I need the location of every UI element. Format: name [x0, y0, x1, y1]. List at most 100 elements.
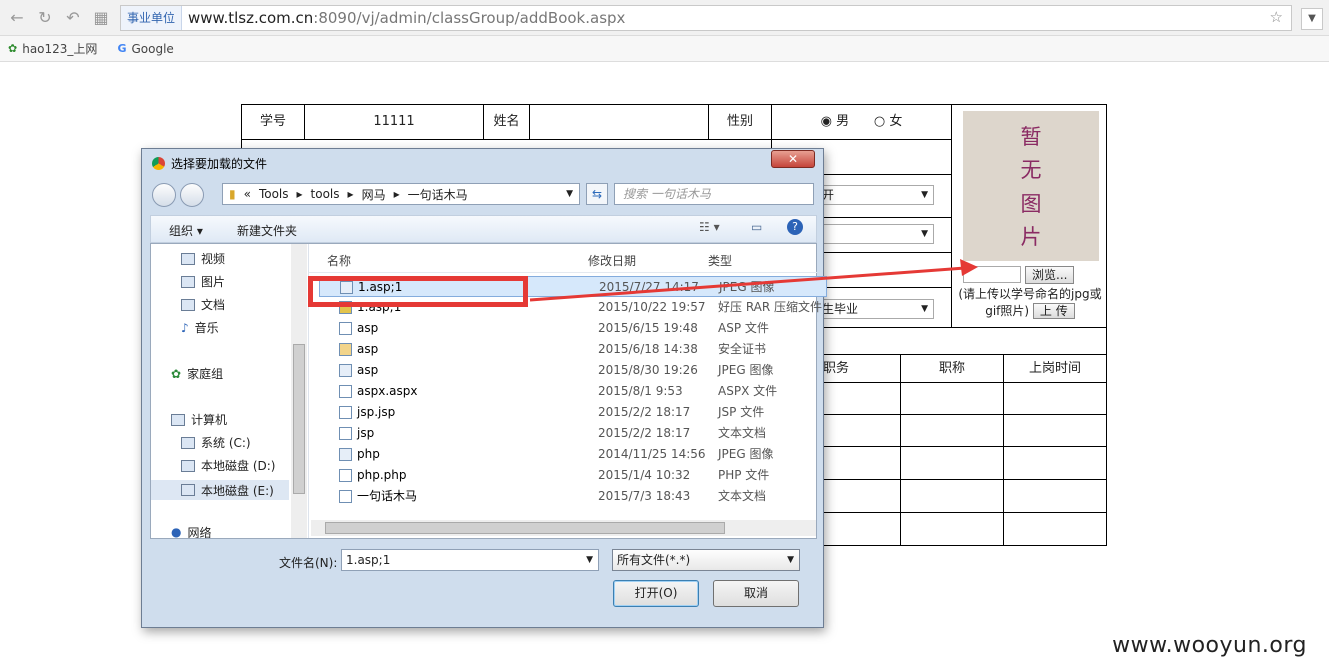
network-icon: ●	[171, 526, 182, 538]
nav-videos[interactable]: 视频	[181, 250, 225, 267]
nav-computer[interactable]: 计算机	[171, 411, 227, 428]
system-drive-icon	[181, 436, 195, 449]
open-button[interactable]: 打开(O)	[613, 580, 699, 607]
nav-scrollbar[interactable]	[291, 244, 307, 538]
address-bar[interactable]: 事业单位 www.tlsz.com.cn:8090/vj/admin/class…	[120, 5, 1292, 31]
work-cell	[1003, 414, 1107, 447]
navigation-pane: 视频 图片 文档 ♪ 音乐 ✿ 家庭组 计算机 系统 (C:) 本地磁盘 (D:) …	[151, 244, 309, 538]
help-icon[interactable]: ?	[787, 219, 803, 235]
dialog-close-button[interactable]: ✕	[771, 150, 815, 168]
file-icon	[339, 406, 352, 419]
path-breadcrumb[interactable]: ▮ « Tools ▸ tools ▸ 网马 ▸ 一句话木马 ▼	[222, 183, 580, 205]
name-value	[529, 104, 709, 140]
jpeg-file-icon	[339, 448, 352, 461]
column-name[interactable]: 名称	[327, 252, 351, 269]
file-row[interactable]: asp 2015/6/15 19:48 ASP 文件	[319, 318, 827, 339]
back-icon[interactable]: ←	[6, 7, 28, 29]
filename-input[interactable]: 1.asp;1 ▼	[341, 549, 599, 571]
document-icon	[181, 298, 195, 311]
work-cell	[1003, 512, 1107, 546]
breadcrumb-webshell[interactable]: 网马	[362, 186, 386, 203]
breadcrumb-tools[interactable]: Tools	[259, 187, 289, 201]
work-cell	[900, 414, 1004, 447]
upload-button[interactable]: 上 传	[1032, 303, 1075, 319]
horizontal-scrollbar[interactable]	[311, 520, 816, 536]
jpeg-file-icon	[339, 364, 352, 377]
gender-cell: ◉ 男 ○ 女	[771, 104, 952, 140]
column-date[interactable]: 修改日期	[588, 252, 636, 269]
file-path-input[interactable]	[963, 266, 1021, 283]
file-row[interactable]: asp 2015/8/30 19:26 JPEG 图像	[319, 360, 827, 381]
nav-drive-d[interactable]: 本地磁盘 (D:)	[181, 457, 275, 474]
forward-circle-icon[interactable]	[180, 183, 204, 207]
select-field[interactable]: ▼	[818, 224, 934, 244]
music-icon: ♪	[181, 320, 189, 335]
file-icon	[339, 385, 352, 398]
file-row[interactable]: asp 2015/6/18 14:38 安全证书	[319, 339, 827, 360]
refresh-icon[interactable]: ⇆	[586, 183, 608, 205]
file-row[interactable]: jsp 2015/2/2 18:17 文本文档	[319, 423, 827, 444]
nav-homegroup[interactable]: ✿ 家庭组	[171, 365, 223, 382]
back-circle-icon[interactable]	[152, 183, 176, 207]
hao123-icon: ✿	[8, 42, 18, 55]
nav-drive-e[interactable]: 本地磁盘 (E:)	[151, 480, 289, 500]
nav-pictures[interactable]: 图片	[181, 273, 225, 290]
url-text[interactable]: www.tlsz.com.cn:8090/vj/admin/classGroup…	[188, 9, 625, 27]
watermark: www.wooyun.org	[1112, 633, 1307, 658]
new-folder-button[interactable]: 新建文件夹	[237, 222, 297, 239]
star-icon[interactable]: ☆	[1270, 8, 1283, 26]
gender-female-radio[interactable]: ○ 女	[874, 114, 903, 129]
work-cell	[900, 446, 1004, 480]
nav-drive-c[interactable]: 系统 (C:)	[181, 434, 251, 451]
refresh-icon[interactable]: ↻	[34, 7, 56, 29]
file-icon	[339, 469, 352, 482]
apps-icon[interactable]: ▦	[90, 7, 112, 29]
filetype-select[interactable]: 所有文件(*.*) ▼	[612, 549, 800, 571]
graduate-select[interactable]: 生毕业 ▼	[818, 299, 934, 319]
command-bar: 组织 ▾ 新建文件夹 ☷ ▾ ▭ ?	[150, 215, 817, 243]
gender-male-radio[interactable]: ◉ 男	[821, 114, 850, 129]
browser-toolbar: ← ↻ ↶ ▦ 事业单位 www.tlsz.com.cn:8090/vj/adm…	[0, 0, 1329, 36]
nav-music[interactable]: ♪ 音乐	[181, 319, 219, 336]
work-cell	[1003, 382, 1107, 415]
file-row[interactable]: aspx.aspx 2015/8/1 9:53 ASPX 文件	[319, 381, 827, 402]
video-icon	[181, 252, 195, 265]
view-options-icon[interactable]: ☷ ▾	[699, 220, 720, 234]
work-cell	[900, 382, 1004, 415]
menu-dropdown-button[interactable]: ▼	[1301, 8, 1323, 30]
picture-icon	[181, 275, 195, 288]
computer-icon	[171, 413, 185, 426]
file-row[interactable]: php.php 2015/1/4 10:32 PHP 文件	[319, 465, 827, 486]
file-row[interactable]: jsp.jsp 2015/2/2 18:17 JSP 文件	[319, 402, 827, 423]
file-row[interactable]: 一句话木马 2015/7/3 18:43 文本文档	[319, 486, 827, 507]
work-cell	[900, 512, 1004, 546]
filename-label: 文件名(N):	[279, 556, 338, 570]
student-no-label: 学号	[241, 104, 305, 140]
bookmark-hao123[interactable]: ✿ hao123_上网	[8, 40, 97, 57]
dialog-title: 选择要加载的文件	[152, 155, 267, 172]
bookmark-google[interactable]: G Google	[117, 42, 173, 56]
select-field[interactable]: 开 ▼	[818, 185, 934, 205]
search-input[interactable]: 搜索 一句话木马	[614, 183, 814, 205]
student-no-value: 11111	[304, 104, 484, 140]
column-type[interactable]: 类型	[708, 252, 732, 269]
nav-documents[interactable]: 文档	[181, 296, 225, 313]
upload-hint: (请上传以学号命名的jpg或gif照片) 上 传	[958, 287, 1102, 319]
work-header-start-date: 上岗时间	[1003, 354, 1107, 383]
organize-button[interactable]: 组织 ▾	[169, 222, 203, 239]
preview-pane-icon[interactable]: ▭	[751, 220, 762, 234]
bookmarks-bar: ✿ hao123_上网 G Google	[0, 36, 1329, 62]
photo-placeholder: 暂 无 图 片	[963, 111, 1099, 261]
cancel-button[interactable]: 取消	[713, 580, 799, 607]
homegroup-icon: ✿	[171, 366, 182, 381]
nav-network[interactable]: ● 网络	[171, 526, 212, 538]
highlight-box	[308, 276, 528, 307]
text-file-icon	[339, 490, 352, 503]
breadcrumb-tools-sub[interactable]: tools	[311, 187, 340, 201]
browse-button[interactable]: 浏览...	[1025, 266, 1075, 284]
breadcrumb-oneline[interactable]: 一句话木马	[408, 186, 468, 203]
undo-icon[interactable]: ↶	[62, 7, 84, 29]
file-row[interactable]: php 2014/11/25 14:56 JPEG 图像	[319, 444, 827, 465]
chevron-down-icon[interactable]: ▼	[566, 189, 573, 199]
chrome-logo-icon	[152, 157, 165, 170]
